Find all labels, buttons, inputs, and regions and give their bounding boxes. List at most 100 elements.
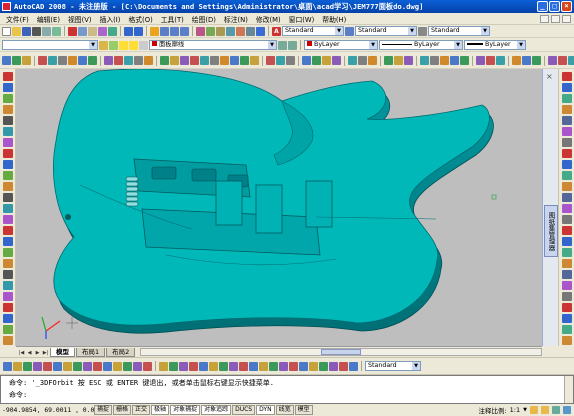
tab-model[interactable]: 模型 [50, 348, 75, 357]
offset-icon[interactable] [561, 105, 572, 114]
scrollbar-thumb[interactable] [321, 349, 361, 355]
stretch-icon[interactable] [561, 160, 572, 169]
dim-ordinate-icon[interactable] [189, 361, 198, 371]
zoom-window-icon[interactable] [170, 26, 179, 36]
nw-iso-icon[interactable] [250, 56, 259, 65]
color-select[interactable]: ByLayer ▼ [304, 40, 378, 50]
annotation-scale-value[interactable]: 1:1 [510, 406, 520, 414]
zoom-previous-icon[interactable] [180, 26, 189, 36]
lineweight-select[interactable]: ByLayer ▼ [464, 40, 526, 50]
union-icon[interactable] [124, 56, 133, 65]
properties-icon[interactable] [196, 26, 205, 36]
horizontal-scrollbar[interactable] [140, 348, 542, 356]
rectangle-icon[interactable] [2, 116, 13, 125]
fly-icon[interactable] [404, 56, 413, 65]
restore-button[interactable]: □ [549, 1, 560, 12]
polysolid-icon[interactable] [2, 292, 13, 301]
publish-icon[interactable] [52, 26, 61, 36]
dimension-radius-icon[interactable] [440, 56, 449, 65]
osnap-parallel-icon[interactable] [93, 361, 102, 371]
chevron-down-icon[interactable]: ▼ [523, 407, 527, 413]
osnap-perpendicular-icon[interactable] [83, 361, 92, 371]
layer-previous-icon[interactable] [288, 40, 297, 50]
dim-aligned-icon[interactable] [169, 361, 178, 371]
osnap-settings-icon[interactable] [143, 361, 152, 371]
ucs-previous-icon[interactable] [22, 56, 31, 65]
osnap-extension-icon[interactable] [43, 361, 52, 371]
array-icon[interactable] [561, 116, 572, 125]
fillet-icon[interactable] [561, 237, 572, 246]
layer-select[interactable]: 面板廓线 ▼ [149, 40, 277, 50]
hatch-icon[interactable] [2, 226, 13, 235]
tab-prev-icon[interactable]: ◀ [26, 349, 33, 357]
osnap-apparent-icon[interactable] [33, 361, 42, 371]
section-plane-icon[interactable] [561, 314, 572, 323]
imprint-icon[interactable] [561, 336, 572, 345]
copy-object-icon[interactable] [561, 83, 572, 92]
free-orbit-icon[interactable] [276, 56, 285, 65]
osnap-none-icon[interactable] [133, 361, 142, 371]
menu-insert[interactable]: 插入(I) [96, 14, 125, 24]
orbit-icon[interactable] [266, 56, 275, 65]
center-mark-icon[interactable] [496, 56, 505, 65]
dimension-angular-icon[interactable] [460, 56, 469, 65]
workspace-select[interactable]: ▼ [2, 40, 98, 50]
polygon-icon[interactable] [2, 105, 13, 114]
revision-cloud-icon[interactable] [2, 149, 13, 158]
break-at-point-icon[interactable] [561, 193, 572, 202]
wireframe-icon[interactable] [302, 56, 311, 65]
box-solid-icon[interactable] [2, 303, 13, 312]
dim-break-icon[interactable] [279, 361, 288, 371]
command-prompt[interactable]: 命令: [9, 389, 565, 401]
line-icon[interactable] [2, 72, 13, 81]
gradient-icon[interactable] [2, 237, 13, 246]
materials-icon[interactable] [368, 56, 377, 65]
front-view-icon[interactable] [200, 56, 209, 65]
text-style-select[interactable]: Standard ▼ [282, 26, 344, 36]
3d-rotate-icon[interactable] [561, 270, 572, 279]
save-disk-icon[interactable] [22, 26, 31, 36]
print-icon[interactable] [32, 26, 41, 36]
menu-draw[interactable]: 绘图(D) [188, 14, 220, 24]
spline-icon[interactable] [2, 160, 13, 169]
break-icon[interactable] [561, 204, 572, 213]
leader-icon[interactable] [476, 56, 485, 65]
coordinate-readout[interactable]: -904.9854, 69.0011 , 0.0000 [2, 406, 106, 414]
drawing-viewport[interactable] [16, 69, 542, 346]
sw-iso-icon[interactable] [220, 56, 229, 65]
layer-on-bulb-icon[interactable] [119, 40, 128, 50]
dim-text-edit-icon[interactable] [339, 361, 348, 371]
quick-dim-icon[interactable] [239, 361, 248, 371]
menu-tools[interactable]: 工具(T) [157, 14, 188, 24]
3d-move-icon[interactable] [561, 259, 572, 268]
linetype-select[interactable]: ByLayer ▼ [379, 40, 463, 50]
realistic-icon[interactable] [322, 56, 331, 65]
dim-edit-icon[interactable] [329, 361, 338, 371]
osnap-midpoint-icon[interactable] [13, 361, 22, 371]
chamfer-icon[interactable] [561, 226, 572, 235]
menu-dimension[interactable]: 标注(N) [220, 14, 252, 24]
dimension-style-select[interactable]: Standard ▼ [355, 26, 417, 36]
doc-restore-button[interactable] [551, 14, 560, 23]
cone-icon[interactable] [68, 56, 77, 65]
autocad-app-icon[interactable] [2, 2, 11, 11]
osnap-quadrant-icon[interactable] [63, 361, 72, 371]
ucs-icon[interactable] [2, 56, 11, 65]
status-toggle[interactable]: 模型 [294, 405, 313, 415]
back-view-icon[interactable] [210, 56, 219, 65]
open-folder-icon[interactable] [12, 26, 21, 36]
extrude-icon[interactable] [104, 56, 113, 65]
dimension-style-select-bottom[interactable]: Standard ▼ [365, 361, 421, 371]
copy-icon[interactable] [78, 26, 87, 36]
status-toggle[interactable]: 正交 [132, 405, 151, 415]
paste-icon[interactable] [88, 26, 97, 36]
ne-iso-icon[interactable] [240, 56, 249, 65]
polyline-icon[interactable] [2, 94, 13, 103]
tool-palettes-icon[interactable] [216, 26, 225, 36]
doc-minimize-button[interactable] [540, 14, 549, 23]
join-icon[interactable] [561, 215, 572, 224]
command-scrollbar[interactable] [564, 376, 573, 403]
inspect-icon[interactable] [512, 56, 521, 65]
move-icon[interactable] [561, 127, 572, 136]
doc-close-button[interactable] [562, 14, 571, 23]
